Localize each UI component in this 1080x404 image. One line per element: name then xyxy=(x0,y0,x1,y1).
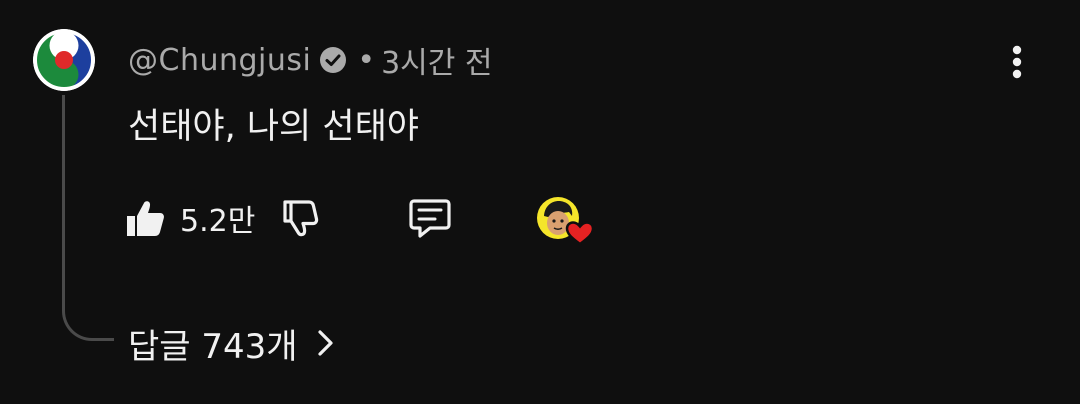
verified-check-icon xyxy=(319,46,347,74)
comment-actions: 5.2만 xyxy=(0,188,1080,248)
chevron-right-icon xyxy=(314,328,336,358)
header-separator: • xyxy=(357,42,376,78)
reply-button[interactable] xyxy=(406,194,454,242)
author-handle[interactable]: @Chungjusi xyxy=(128,43,311,78)
comment-text: 선태야, 나의 선태야 xyxy=(128,107,419,147)
replies-count-label: 답글 743개 xyxy=(128,326,298,367)
creator-heart-badge xyxy=(536,192,596,248)
view-replies-button[interactable]: 답글 743개 xyxy=(128,318,336,368)
thumbs-up-icon xyxy=(127,201,164,236)
timestamp[interactable]: 3시간 전 xyxy=(381,38,492,82)
comment-thread: @Chungjusi • 3시간 전 선태야, 나의 선태야 5.2만 답글 7… xyxy=(0,0,1080,404)
comment-header: @Chungjusi • 3시간 전 xyxy=(128,38,493,82)
more-options-button[interactable] xyxy=(1000,40,1034,84)
dislike-button[interactable] xyxy=(276,194,324,242)
avatar[interactable] xyxy=(33,29,95,91)
taegeuk-logo-avatar-icon xyxy=(33,29,95,91)
like-count: 5.2만 xyxy=(180,204,256,239)
thumbs-down-icon xyxy=(283,200,319,237)
more-vertical-icon xyxy=(1012,45,1022,79)
creator-heart-icon xyxy=(537,197,595,246)
like-button[interactable]: 5.2만 xyxy=(124,188,255,248)
comment-bubble-icon xyxy=(409,199,451,238)
